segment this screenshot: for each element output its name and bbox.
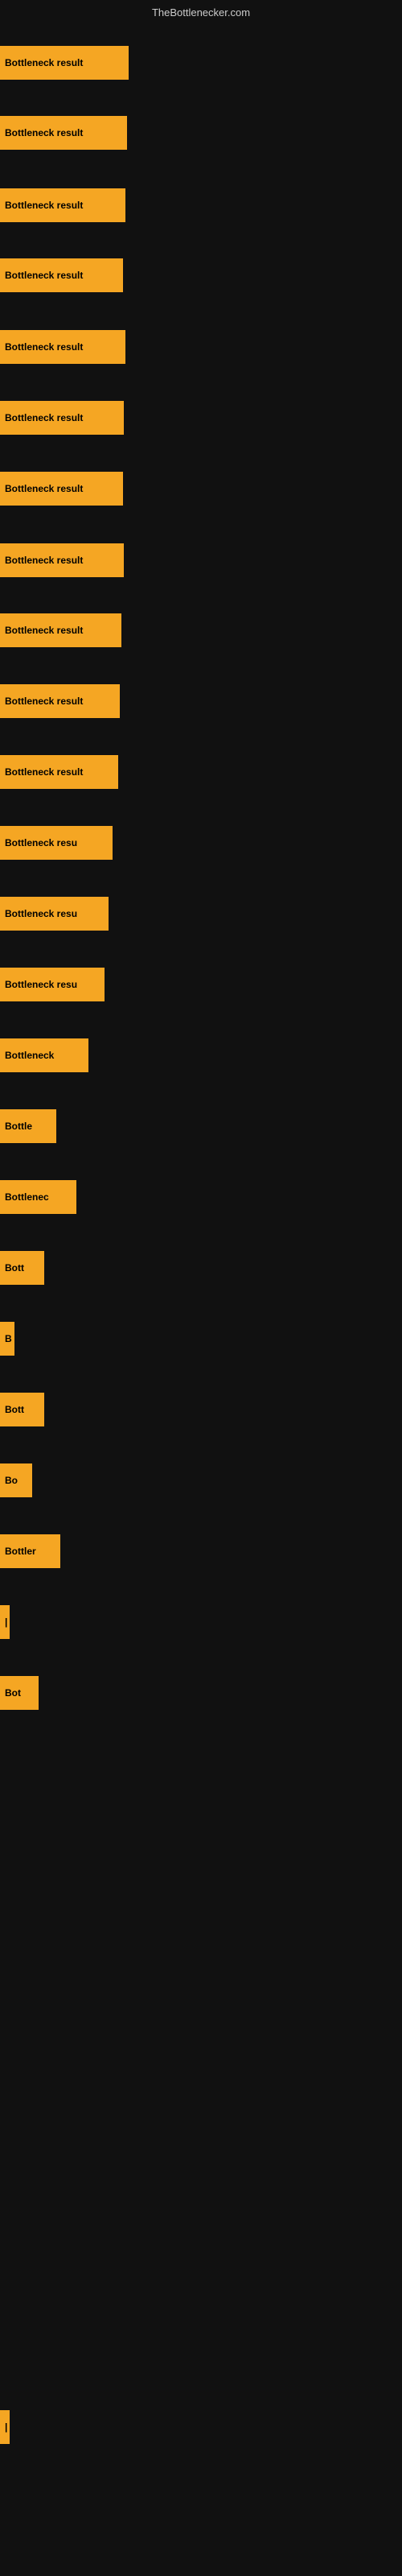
bottleneck-badge: Bottleneck result <box>0 472 123 506</box>
bottleneck-badge: Bottleneck resu <box>0 968 105 1001</box>
bottleneck-badge: Bottleneck result <box>0 330 125 364</box>
bottleneck-badge: Bottleneck resu <box>0 826 113 860</box>
bottleneck-badge: Bottle <box>0 1109 56 1143</box>
bottleneck-badge: Bottleneck <box>0 1038 88 1072</box>
bottleneck-badge: Bottleneck result <box>0 755 118 789</box>
bottleneck-badge: Bottler <box>0 1534 60 1568</box>
site-title: TheBottlenecker.com <box>0 6 402 19</box>
bottleneck-badge: B <box>0 1322 14 1356</box>
bottleneck-badge: Bottlenec <box>0 1180 76 1214</box>
bottleneck-badge: Bottleneck result <box>0 188 125 222</box>
bottleneck-badge: Bott <box>0 1393 44 1426</box>
bottleneck-badge: Bottleneck result <box>0 543 124 577</box>
bottleneck-badge: Bottleneck resu <box>0 897 109 931</box>
bottleneck-badge: Bott <box>0 1251 44 1285</box>
bottleneck-badge: Bottleneck result <box>0 46 129 80</box>
bottleneck-badge: Bottleneck result <box>0 116 127 150</box>
bottleneck-badge: | <box>0 2410 10 2444</box>
bottleneck-badge: Bottleneck result <box>0 258 123 292</box>
bottleneck-badge: Bottleneck result <box>0 613 121 647</box>
bottleneck-badge: | <box>0 1605 10 1639</box>
bottleneck-badge: Bottleneck result <box>0 684 120 718</box>
bottleneck-badge: Bo <box>0 1463 32 1497</box>
bottleneck-badge: Bottleneck result <box>0 401 124 435</box>
bottleneck-badge: Bot <box>0 1676 39 1710</box>
